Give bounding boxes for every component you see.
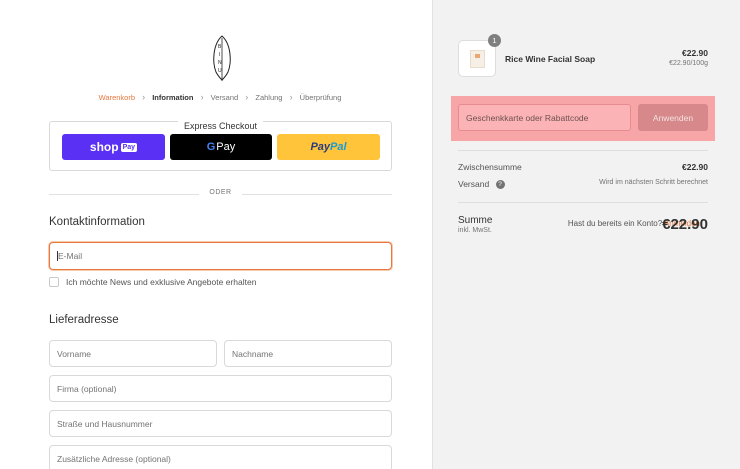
logo-letter: I [219,52,220,58]
discount-code-input[interactable]: Geschenkkarte oder Rabattcode [458,104,631,131]
google-pay-button[interactable]: G Pay [170,134,272,160]
shipping-label: Versand [458,179,490,189]
chevron-right-icon: › [245,92,249,103]
total-tax-note: inkl. MwSt. [458,227,492,234]
last-name-placeholder: Nachname [232,348,274,359]
newsletter-checkbox[interactable] [49,277,59,287]
total-value: €22.90 [662,216,708,233]
quantity-badge: 1 [488,34,501,47]
express-checkout: Express Checkout shop Pay G Pay Pay Pal [49,121,392,171]
apply-discount-button[interactable]: Anwenden [638,104,708,131]
chevron-right-icon: › [200,92,204,103]
total-label: Summe [458,215,493,226]
first-name-field[interactable]: Vorname [49,340,217,367]
shop-pay-label: shop [89,140,119,154]
or-divider: ODER [49,188,392,200]
breadcrumb-payment: Zahlung [255,92,283,102]
contact-section-title: Kontaktinformation [49,216,145,228]
login-prompt-text: Hast du bereits ein Konto? [567,219,663,228]
breadcrumb-information: Information [152,92,194,102]
breadcrumb-shipping: Versand [210,92,239,102]
logo-letter: B [218,44,222,50]
divider-line [242,194,392,195]
paypal-label-pay: Pay [310,141,331,153]
product-name: Rice Wine Facial Soap [505,54,596,64]
address2-field[interactable]: Zusätzliche Adresse (optional) [49,445,392,469]
product-unit-price: €22.90/100g [669,60,708,67]
company-field[interactable]: Firma (optional) [49,375,392,402]
shipping-row: Versand ? [458,179,505,190]
newsletter-label: Ich möchte News und exklusive Angebote e… [66,277,257,287]
subtotal-label: Zwischensumme [458,162,522,172]
soap-image [470,50,485,68]
shop-pay-button[interactable]: shop Pay [62,134,165,160]
brand-logo[interactable]: B I N U [209,34,235,82]
email-placeholder: E-Mail [58,251,83,261]
shop-pay-badge: Pay [120,142,138,152]
shipping-section-title: Lieferadresse [49,314,119,326]
logo-letter: U [218,68,222,74]
email-field[interactable]: E-Mail [49,242,392,270]
discount-code-placeholder: Geschenkkarte oder Rabattcode [466,112,589,123]
company-placeholder: Firma (optional) [57,383,117,394]
google-g-icon: G [206,141,216,153]
chevron-right-icon: › [142,92,146,103]
chevron-right-icon: › [289,92,293,103]
breadcrumb-cart[interactable]: Warenkorb [99,93,135,102]
first-name-placeholder: Vorname [57,348,92,359]
summary-divider [458,150,708,151]
summary-divider [458,202,708,203]
breadcrumb: Warenkorb › Information › Versand › Zahl… [0,92,440,102]
paypal-label-pal: Pal [330,141,347,153]
breadcrumb-review: Überprüfung [299,92,342,102]
street-field[interactable]: Straße und Hausnummer [49,410,392,437]
newsletter-option[interactable]: Ich möchte News und exklusive Angebote e… [49,277,256,287]
logo-letter: N [218,60,222,66]
express-checkout-title: Express Checkout [177,121,264,131]
last-name-field[interactable]: Nachname [224,340,392,367]
shipping-value: Wird im nächsten Schritt berechnet [599,179,708,186]
address2-placeholder: Zusätzliche Adresse (optional) [57,453,171,464]
subtotal-value: €22.90 [682,162,708,172]
paypal-button[interactable]: Pay Pal [277,134,380,160]
google-pay-label: Pay [216,141,236,153]
street-placeholder: Straße und Hausnummer [57,418,153,429]
product-price: €22.90 [682,48,708,58]
help-icon[interactable]: ? [495,180,505,190]
